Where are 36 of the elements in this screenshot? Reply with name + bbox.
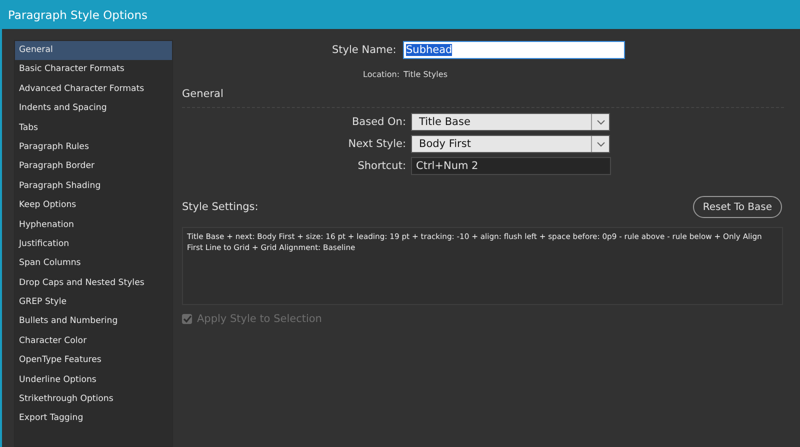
sidebar-item[interactable]: Paragraph Rules — [15, 138, 172, 158]
sidebar-item[interactable]: Strikethrough Options — [15, 390, 172, 410]
section-heading: General — [182, 88, 224, 100]
shortcut-field[interactable]: Ctrl+Num 2 — [411, 157, 611, 175]
sidebar-item[interactable]: GREP Style — [15, 293, 172, 312]
sidebar-item[interactable]: Underline Options — [15, 370, 172, 390]
sidebar-item[interactable]: Bullets and Numbering — [15, 312, 172, 332]
sidebar-item[interactable]: Drop Caps and Nested Styles — [15, 274, 172, 294]
sidebar-item[interactable]: Tabs — [15, 118, 172, 138]
sidebar-item[interactable]: Advanced Character Formats — [15, 80, 172, 100]
field-label: Next Style: — [347, 138, 406, 150]
window-title: Paragraph Style Options — [8, 8, 148, 22]
style-name-field[interactable]: Subhead — [403, 41, 625, 59]
sidebar-item[interactable]: Keep Options — [15, 196, 172, 216]
sidebar-item[interactable]: Indents and Spacing — [15, 99, 172, 119]
sidebar-item[interactable]: Paragraph Shading — [15, 176, 172, 196]
location-label: Location: — [363, 70, 400, 79]
field-label: Shortcut: — [356, 160, 406, 172]
sidebar-item[interactable]: Hyphenation — [15, 216, 172, 235]
dropdown[interactable]: Title Base — [411, 113, 610, 131]
field-label: Based On: — [350, 116, 406, 128]
sidebar-item[interactable]: Basic Character Formats — [15, 60, 172, 80]
sidebar-item[interactable]: Export Tagging — [15, 409, 172, 429]
sidebar-item[interactable]: OpenType Features — [15, 351, 172, 371]
field-label: Style Name: — [332, 44, 395, 56]
dropdown[interactable]: Body First — [411, 135, 610, 153]
sidebar-item[interactable]: Paragraph Border — [15, 157, 172, 177]
reset-button[interactable]: Reset To Base — [692, 196, 782, 218]
location-value: Title Styles — [404, 70, 448, 79]
sidebar-item[interactable]: General — [15, 41, 172, 60]
checkbox-label: Apply Style to Selection — [197, 313, 322, 325]
sidebar-item[interactable]: Justification — [15, 234, 172, 254]
section-heading: Style Settings: — [182, 201, 258, 213]
sidebar-item[interactable]: Span Columns — [15, 254, 172, 274]
field-value: Subhead — [406, 44, 452, 56]
sidebar-item[interactable]: Character Color — [15, 332, 172, 352]
